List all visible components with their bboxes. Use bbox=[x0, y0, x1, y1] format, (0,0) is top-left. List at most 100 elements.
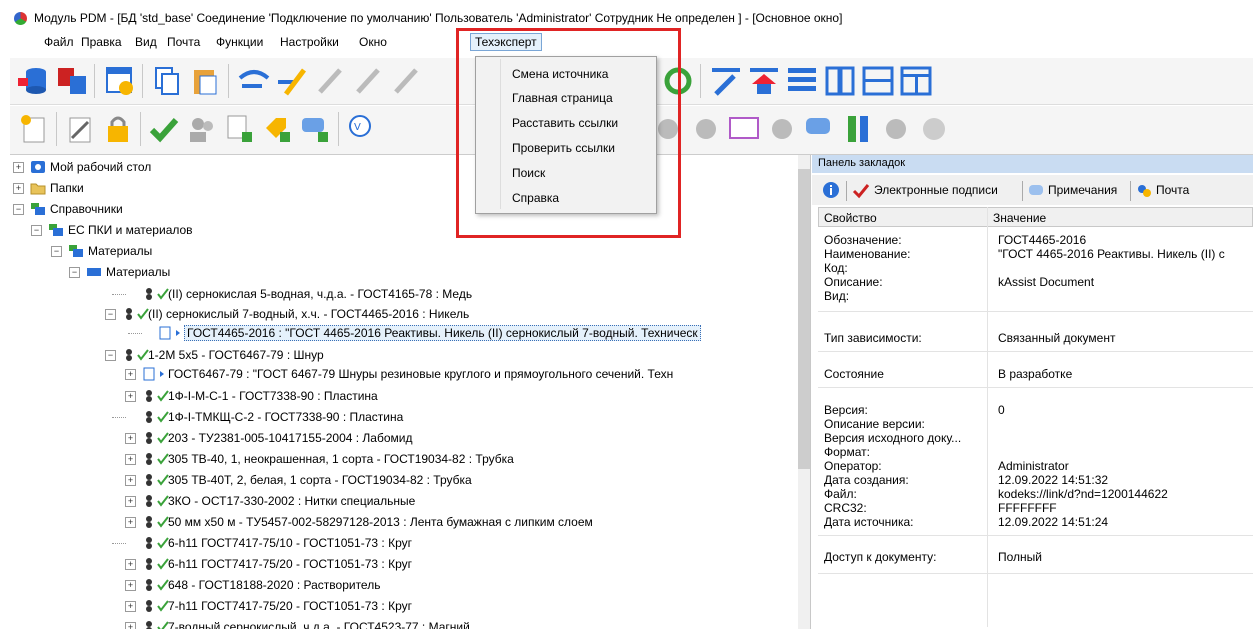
version-link-icon[interactable]: V bbox=[344, 112, 380, 146]
edit-icon[interactable] bbox=[274, 64, 310, 98]
tree-node[interactable]: − ЕС ПКИ и материалов bbox=[10, 221, 810, 241]
tree-node[interactable]: + Мой рабочий стол bbox=[10, 158, 810, 178]
edit-disabled-icon[interactable] bbox=[312, 64, 348, 98]
tree-scrollbar-thumb[interactable] bbox=[798, 169, 810, 469]
property-row[interactable]: Наименование: "ГОСТ 4465-2016 Реактивы. Н… bbox=[818, 247, 1253, 261]
comment-icon[interactable] bbox=[802, 112, 838, 146]
wrench-icon[interactable] bbox=[840, 112, 876, 146]
property-row[interactable]: Доступ к документу: Полный bbox=[818, 550, 1253, 564]
property-row[interactable]: Обозначение: ГОСТ4465-2016 bbox=[818, 233, 1253, 247]
edit-document-icon[interactable] bbox=[62, 112, 98, 146]
object-tree[interactable]: + Мой рабочий стол + Папки − Справочники − ЕС П… bbox=[10, 155, 811, 629]
collapse-icon[interactable]: − bbox=[51, 246, 62, 257]
tree-node[interactable]: 1Ф-I-ТМКЩ-С-2 - ГОСТ7338-90 : Пластина bbox=[10, 408, 810, 428]
home-icon[interactable] bbox=[746, 64, 782, 98]
arrow-up-right-icon[interactable] bbox=[708, 64, 744, 98]
tree-node[interactable]: +3КО - ОСТ17-330-2002 : Нитки специальны… bbox=[10, 492, 810, 512]
tree-node[interactable]: − Материалы bbox=[10, 263, 810, 283]
disabled-tool-4-icon[interactable] bbox=[878, 112, 914, 146]
expand-icon[interactable]: + bbox=[125, 496, 136, 507]
property-row[interactable]: Состояние В разработке bbox=[818, 367, 1253, 381]
menu-edit[interactable]: Правка bbox=[81, 35, 122, 49]
expand-icon[interactable]: + bbox=[125, 517, 136, 528]
expand-icon[interactable]: + bbox=[125, 391, 136, 402]
tree-node[interactable]: +305 ТВ-40Т, 2, белая, 1 сорта - ГОСТ190… bbox=[10, 471, 810, 491]
paste-icon[interactable] bbox=[188, 64, 224, 98]
property-row[interactable]: Описание версии: bbox=[818, 417, 1253, 431]
tree-node[interactable]: +7-водный сернокислый, ч.д.а. - ГОСТ4523… bbox=[10, 618, 810, 629]
add-tag-icon[interactable] bbox=[260, 112, 296, 146]
layout-columns-icon[interactable] bbox=[822, 64, 858, 98]
property-row[interactable]: Код: bbox=[818, 261, 1253, 275]
menu-view[interactable]: Вид bbox=[135, 35, 157, 49]
tree-node[interactable]: 6-h11 ГОСТ7417-75/10 - ГОСТ1051-73 : Кру… bbox=[10, 534, 810, 554]
expand-icon[interactable]: + bbox=[13, 183, 24, 194]
tree-node[interactable]: +1Ф-I-М-С-1 - ГОСТ7338-90 : Пластина bbox=[10, 387, 810, 407]
collapse-icon[interactable]: − bbox=[105, 350, 116, 361]
disabled-tool-3-icon[interactable] bbox=[764, 112, 800, 146]
tree-node[interactable]: (II) сернокислая 5-водная, ч.д.а. - ГОСТ… bbox=[10, 285, 810, 305]
collapse-icon[interactable]: − bbox=[31, 225, 42, 236]
layout-split-icon[interactable] bbox=[898, 64, 934, 98]
property-row[interactable]: Оператор: Administrator bbox=[818, 459, 1253, 473]
tree-node[interactable]: − (II) сернокислый 7-водный, х.ч. - ГОСТ4… bbox=[10, 305, 810, 325]
collapse-icon[interactable]: − bbox=[69, 267, 80, 278]
tree-node[interactable]: − Справочники bbox=[10, 200, 810, 220]
add-document-icon[interactable] bbox=[222, 112, 258, 146]
save-to-db-icon[interactable] bbox=[54, 64, 90, 98]
tree-node[interactable]: +7-h11 ГОСТ7417-75/20 - ГОСТ1051-73 : Кр… bbox=[10, 597, 810, 617]
disabled-tool-2-icon[interactable] bbox=[688, 112, 724, 146]
expand-icon[interactable]: + bbox=[13, 162, 24, 173]
workflow-icon[interactable] bbox=[726, 112, 762, 146]
calendar-clock-icon[interactable] bbox=[102, 64, 138, 98]
lock-icon[interactable] bbox=[100, 112, 136, 146]
property-row[interactable]: CRC32: FFFFFFFF bbox=[818, 501, 1253, 515]
expand-icon[interactable]: + bbox=[125, 559, 136, 570]
property-row[interactable]: Вид: bbox=[818, 289, 1253, 303]
copy-icon[interactable] bbox=[150, 64, 186, 98]
approve-icon[interactable] bbox=[146, 112, 182, 146]
menu-functions[interactable]: Функции bbox=[216, 35, 263, 49]
layout-rows-icon[interactable] bbox=[784, 64, 820, 98]
tree-node[interactable]: +648 - ГОСТ18188-2020 : Растворитель bbox=[10, 576, 810, 596]
expand-icon[interactable]: + bbox=[125, 369, 136, 380]
expand-icon[interactable]: + bbox=[125, 622, 136, 629]
tree-node[interactable]: +50 мм х50 м - ТУ5457-002-58297128-2013 … bbox=[10, 513, 810, 533]
new-item-icon[interactable] bbox=[16, 112, 52, 146]
expand-icon[interactable]: + bbox=[125, 433, 136, 444]
property-row[interactable]: Файл: kodeks://link/d?nd=1200144622 bbox=[818, 487, 1253, 501]
expand-icon[interactable]: + bbox=[125, 454, 136, 465]
menu-mail[interactable]: Почта bbox=[167, 35, 200, 49]
menu-settings[interactable]: Настройки bbox=[280, 35, 339, 49]
menu-file[interactable]: Файл bbox=[44, 35, 74, 49]
tree-node[interactable]: + ГОСТ6467-79 : "ГОСТ 6467-79 Шнуры резин… bbox=[10, 365, 810, 385]
edit-disabled-2-icon[interactable] bbox=[350, 64, 386, 98]
menu-window[interactable]: Окно bbox=[359, 35, 387, 49]
edit-disabled-3-icon[interactable] bbox=[388, 64, 424, 98]
property-row[interactable]: Описание: kAssist Document bbox=[818, 275, 1253, 289]
property-row[interactable]: Формат: bbox=[818, 445, 1253, 459]
tree-node[interactable]: + Папки bbox=[10, 179, 810, 199]
property-row[interactable]: Дата источника: 12.09.2022 14:51:24 bbox=[818, 515, 1253, 529]
users-icon[interactable] bbox=[184, 112, 220, 146]
expand-icon[interactable]: + bbox=[125, 580, 136, 591]
add-comment-icon[interactable] bbox=[298, 112, 334, 146]
expand-icon[interactable]: + bbox=[125, 475, 136, 486]
view-icon[interactable] bbox=[236, 64, 272, 98]
collapse-icon[interactable]: − bbox=[13, 204, 24, 215]
tree-node[interactable]: +6-h11 ГОСТ7417-75/20 - ГОСТ1051-73 : Кр… bbox=[10, 555, 810, 575]
tree-node[interactable]: +305 ТВ-40, 1, неокрашенная, 1 сорта - Г… bbox=[10, 450, 810, 470]
property-row[interactable]: Дата создания: 12.09.2022 14:51:32 bbox=[818, 473, 1253, 487]
tree-node[interactable]: − Материалы bbox=[10, 242, 810, 262]
property-row[interactable]: Версия исходного доку... bbox=[818, 431, 1253, 445]
expand-icon[interactable]: + bbox=[125, 601, 136, 612]
tree-node[interactable]: − 1-2М 5х5 - ГОСТ6467-79 : Шнур bbox=[10, 346, 810, 366]
layout-horizontal-icon[interactable] bbox=[860, 64, 896, 98]
tree-node[interactable]: +203 - ТУ2381-005-10417155-2004 : Лабоми… bbox=[10, 429, 810, 449]
collapse-icon[interactable]: − bbox=[105, 309, 116, 320]
disabled-tool-5-icon[interactable] bbox=[916, 112, 952, 146]
database-connect-icon[interactable] bbox=[16, 64, 52, 98]
property-row[interactable]: Версия: 0 bbox=[818, 403, 1253, 417]
tree-scrollbar[interactable] bbox=[798, 155, 810, 629]
property-row[interactable]: Тип зависимости: Связанный документ bbox=[818, 331, 1253, 345]
